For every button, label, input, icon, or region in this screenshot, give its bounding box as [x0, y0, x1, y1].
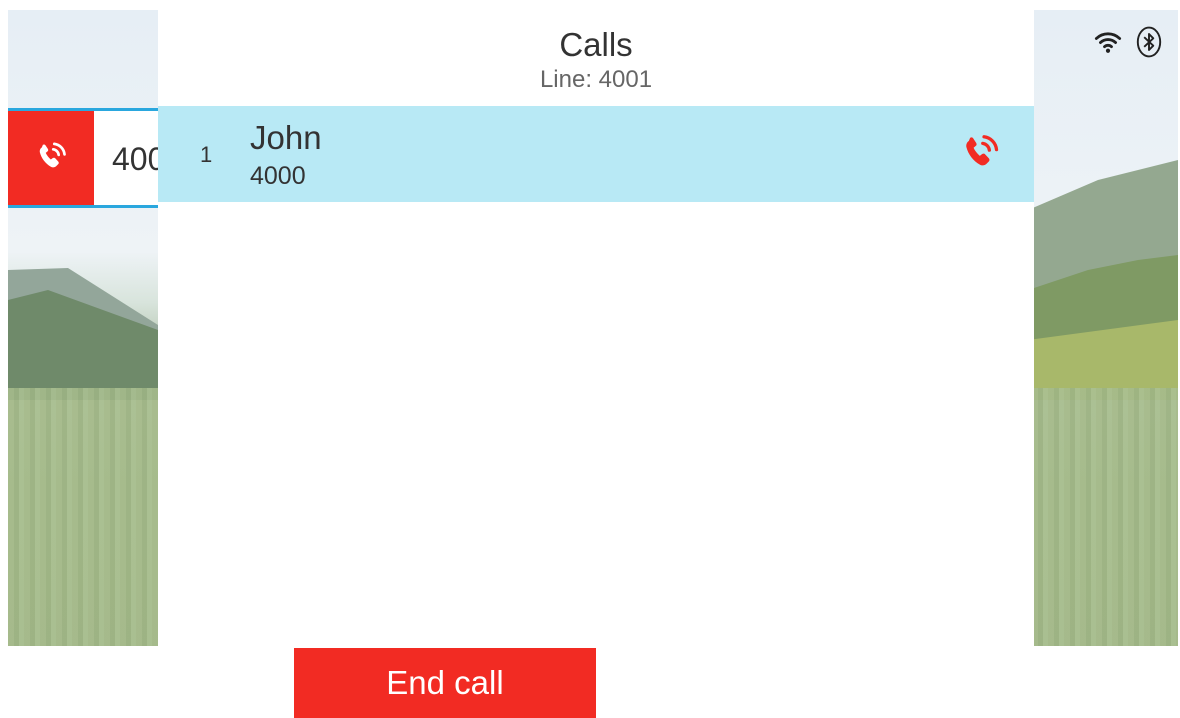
ringing-phone-icon	[966, 135, 999, 166]
calls-panel: Calls Line: 4001 1 John 4000	[158, 10, 1034, 646]
active-call-session-tab[interactable]: 4000	[8, 108, 158, 208]
session-call-icon-box	[8, 111, 94, 205]
page-title: Calls	[559, 26, 633, 63]
caller-number: 4000	[250, 162, 306, 190]
call-list-item[interactable]: 1 John 4000	[158, 106, 1034, 202]
ringing-phone-icon	[39, 142, 66, 168]
status-bar	[1094, 26, 1162, 58]
wifi-icon	[1094, 32, 1122, 53]
call-status-icon-wrap	[958, 132, 1002, 181]
line-label: Line: 4001	[539, 66, 653, 93]
session-number: 4000	[112, 141, 158, 177]
bluetooth-icon	[1136, 26, 1162, 58]
caller-name: John	[250, 119, 322, 156]
end-call-button[interactable]: End call	[294, 648, 596, 718]
call-index: 1	[200, 142, 213, 167]
